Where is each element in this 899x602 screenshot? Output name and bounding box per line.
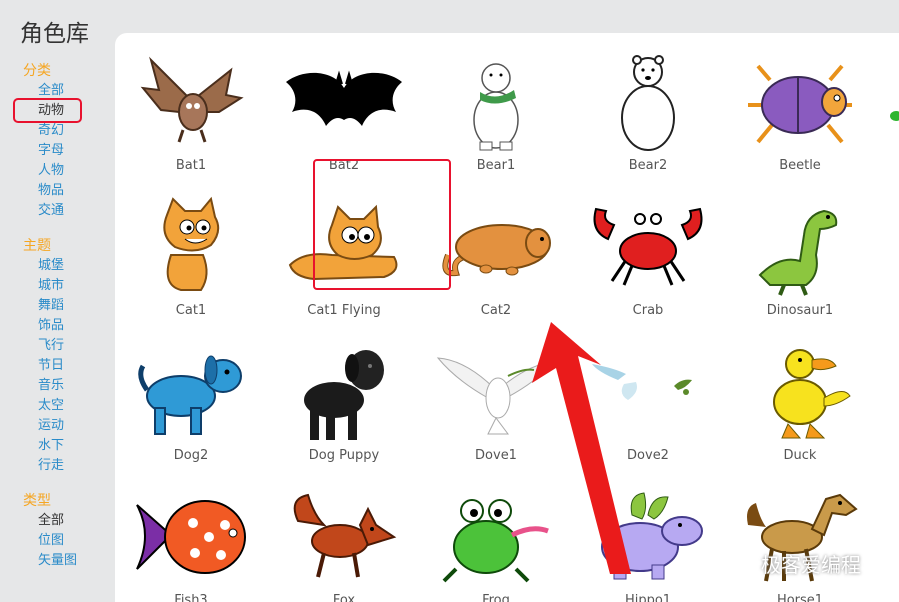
- type-title: 类型: [23, 493, 51, 509]
- sprite-label: Cat1: [175, 303, 207, 318]
- sprite-label: Cat2: [480, 303, 512, 318]
- selected-category-highlight: [13, 98, 82, 123]
- sprite-dog2[interactable]: Dog2: [121, 334, 261, 469]
- wechat-icon: [732, 552, 758, 572]
- bear1-icon: [436, 50, 556, 155]
- sprite-label: Beetle: [779, 158, 821, 173]
- dinosaur1-icon: [740, 195, 860, 300]
- theme-dress-up[interactable]: 饰品: [38, 318, 64, 334]
- sprite-fish3[interactable]: Fish3: [121, 479, 261, 602]
- sprite-label: Fox: [332, 593, 356, 602]
- theme-underwater[interactable]: 水下: [38, 438, 64, 454]
- category-fantasy[interactable]: 奇幻: [38, 123, 64, 139]
- sprite-dinosaur1[interactable]: Dinosaur1: [730, 189, 870, 324]
- sidebar: 分类 全部 动物 奇幻 字母 人物 物品 交通 主题 城堡 城市 舞蹈 饰品 飞…: [0, 0, 115, 602]
- sprite-label: Dinosaur1: [766, 303, 834, 318]
- sprite-label: Cat1 Flying: [307, 303, 381, 318]
- sprite-frog[interactable]: Frog: [426, 479, 566, 602]
- sprite-crab[interactable]: Crab: [578, 189, 718, 324]
- category-title: 分类: [23, 63, 51, 79]
- sprite-label: Duck: [783, 448, 817, 463]
- theme-walking[interactable]: 行走: [38, 458, 64, 474]
- sprite-horse1[interactable]: Horse1: [730, 479, 870, 602]
- sprite-bear2[interactable]: Bear2: [578, 44, 718, 179]
- sprite-label: Bat1: [175, 158, 207, 173]
- sprite-duck[interactable]: Duck: [730, 334, 870, 469]
- sprite-bat1[interactable]: Bat1: [121, 44, 261, 179]
- frog-icon: [436, 485, 556, 590]
- dog-puppy-icon: [284, 340, 404, 445]
- sprite-hippo1[interactable]: Hippo1: [578, 479, 718, 602]
- theme-sports[interactable]: 运动: [38, 418, 64, 434]
- category-all[interactable]: 全部: [38, 83, 64, 99]
- bear2-icon: [588, 50, 708, 155]
- theme-castle[interactable]: 城堡: [38, 258, 64, 274]
- type-vector[interactable]: 矢量图: [38, 553, 77, 569]
- sprite-label: Bear2: [628, 158, 668, 173]
- bat2-icon: [284, 50, 404, 155]
- theme-music[interactable]: 音乐: [38, 378, 64, 394]
- cat2-icon: [436, 195, 556, 300]
- sprite-label: Crab: [632, 303, 664, 318]
- sprite-beetle[interactable]: Beetle: [730, 44, 870, 179]
- sprite-label: Fish3: [174, 593, 208, 602]
- sprite-dog-puppy[interactable]: Dog Puppy: [274, 334, 414, 469]
- fox-icon: [284, 485, 404, 590]
- sprite-label: Frog: [482, 593, 510, 602]
- dove2-icon: [588, 340, 708, 445]
- fish3-icon: [131, 485, 251, 590]
- sprite-label: Dove2: [627, 448, 669, 463]
- cat1-icon: [131, 195, 251, 300]
- theme-city[interactable]: 城市: [38, 278, 64, 294]
- next-sprite-peek-icon: [890, 111, 899, 121]
- sprite-label: Dove1: [475, 448, 517, 463]
- theme-flying[interactable]: 飞行: [38, 338, 64, 354]
- selected-sprite-highlight: [313, 159, 451, 290]
- sprite-label: Dog Puppy: [308, 448, 380, 463]
- sprite-label: Horse1: [776, 593, 824, 602]
- sprite-label: Dog2: [173, 448, 209, 463]
- sprite-fox[interactable]: Fox: [274, 479, 414, 602]
- type-all[interactable]: 全部: [38, 513, 64, 529]
- sprite-cat1[interactable]: Cat1: [121, 189, 261, 324]
- type-bitmap[interactable]: 位图: [38, 533, 64, 549]
- sprite-dove1[interactable]: Dove1: [426, 334, 566, 469]
- beetle-icon: [740, 50, 860, 155]
- dove1-icon: [436, 340, 556, 445]
- dog2-icon: [131, 340, 251, 445]
- bat1-icon: [131, 50, 251, 155]
- watermark-text: 极客爱编程: [761, 553, 861, 577]
- theme-dance[interactable]: 舞蹈: [38, 298, 64, 314]
- theme-space[interactable]: 太空: [38, 398, 64, 414]
- category-people[interactable]: 人物: [38, 163, 64, 179]
- category-transport[interactable]: 交通: [38, 203, 64, 219]
- duck-icon: [740, 340, 860, 445]
- sprite-label: Hippo1: [624, 593, 672, 602]
- category-letters[interactable]: 字母: [38, 143, 64, 159]
- theme-title: 主题: [23, 238, 51, 254]
- theme-holiday[interactable]: 节日: [38, 358, 64, 374]
- hippo1-icon: [588, 485, 708, 590]
- sprite-dove2[interactable]: Dove2: [578, 334, 718, 469]
- crab-icon: [588, 195, 708, 300]
- category-things[interactable]: 物品: [38, 183, 64, 199]
